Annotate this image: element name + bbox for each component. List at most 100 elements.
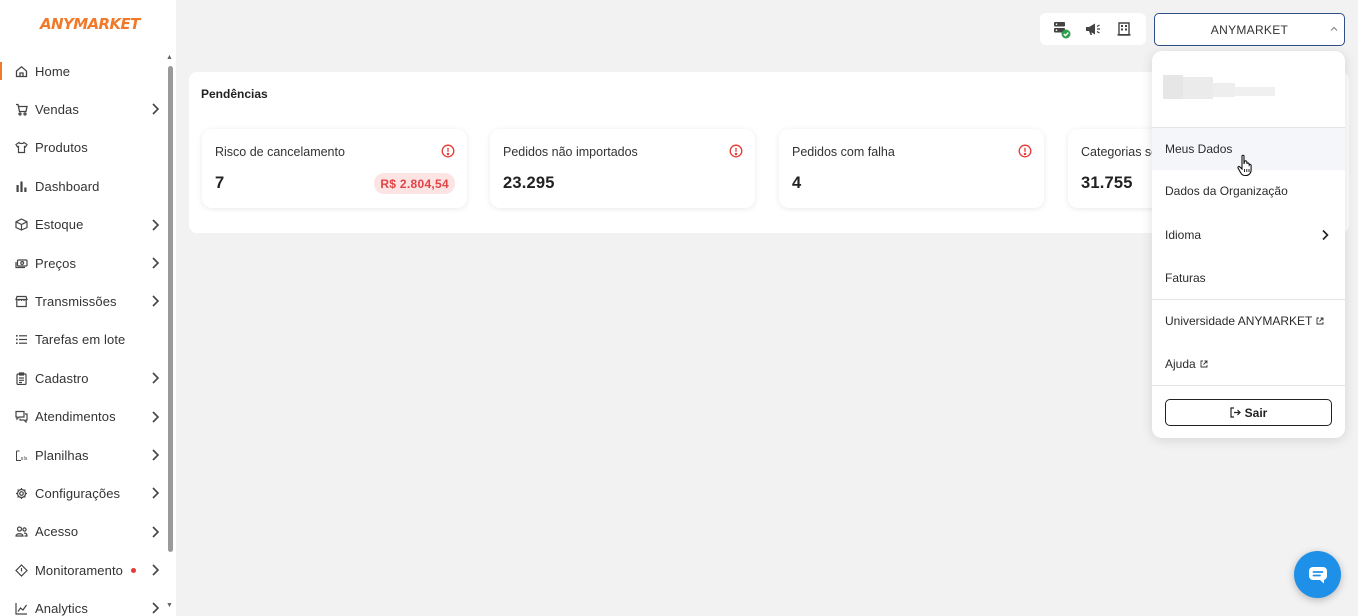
brand-logo[interactable]: ANYMARKET bbox=[40, 15, 140, 33]
top-toolbar bbox=[1040, 13, 1146, 45]
sidebar-item-monitoramento[interactable]: Monitoramento bbox=[0, 551, 166, 589]
megaphone-icon bbox=[1085, 23, 1100, 35]
chevron-up-icon bbox=[1330, 26, 1338, 31]
announcements-button[interactable] bbox=[1082, 18, 1104, 40]
sidebar-item-tarefas-em-lote[interactable]: Tarefas em lote bbox=[0, 321, 166, 359]
chevron-right-icon bbox=[152, 218, 160, 231]
logout-button[interactable]: Sair bbox=[1165, 399, 1332, 426]
hand-pointer-cursor-icon bbox=[1237, 154, 1252, 177]
menu-item-label: Faturas bbox=[1165, 271, 1206, 285]
card-title: Pedidos com falha bbox=[792, 145, 895, 159]
sidebar-item-label: Preços bbox=[35, 255, 77, 271]
sidebar-item-configuracoes[interactable]: Configurações bbox=[0, 474, 166, 512]
sidebar-item-label: Vendas bbox=[35, 102, 79, 118]
menu-item-faturas[interactable]: Faturas bbox=[1152, 257, 1345, 299]
server-status-icon bbox=[1053, 22, 1071, 39]
chevron-right-icon bbox=[152, 564, 160, 576]
sidebar-item-label: Estoque bbox=[35, 217, 84, 233]
chevron-right-icon bbox=[152, 295, 160, 307]
sidebar: ANYMARKET ▲ Home Vendas Produtos Dashboa… bbox=[0, 0, 176, 616]
menu-item-idioma[interactable]: Idioma bbox=[1152, 214, 1345, 256]
menu-item-label: Dados da Organização bbox=[1165, 184, 1288, 198]
sidebar-item-label: Analytics bbox=[35, 601, 88, 616]
clipboard-icon bbox=[15, 372, 28, 385]
money-icon bbox=[15, 257, 28, 270]
panel-title: Pendências bbox=[201, 87, 268, 101]
sidebar-item-transmissoes[interactable]: Transmissões bbox=[0, 282, 166, 320]
server-status-button[interactable] bbox=[1051, 18, 1073, 40]
chat-icon bbox=[15, 410, 28, 424]
chevron-right-icon bbox=[152, 526, 160, 538]
sidebar-item-label: Produtos bbox=[35, 140, 88, 156]
logout-label: Sair bbox=[1244, 405, 1268, 420]
gear-icon bbox=[15, 487, 28, 500]
sidebar-item-acesso[interactable]: Acesso bbox=[0, 513, 166, 551]
card-pedidos-com-falha[interactable]: Pedidos com falha 4 bbox=[779, 129, 1044, 208]
alert-circle-icon[interactable] bbox=[1018, 144, 1032, 158]
menu-item-label: Ajuda bbox=[1165, 357, 1196, 371]
card-value: 7 bbox=[215, 174, 225, 192]
store-icon bbox=[15, 295, 28, 308]
sidebar-item-dashboard[interactable]: Dashboard bbox=[0, 167, 166, 205]
organization-select[interactable]: ANYMARKET bbox=[1154, 13, 1345, 46]
alert-circle-icon[interactable] bbox=[729, 144, 743, 158]
list-icon bbox=[15, 333, 28, 346]
shirt-icon bbox=[15, 141, 28, 154]
sidebar-item-label: Atendimentos bbox=[35, 409, 116, 425]
card-title: Pedidos não importados bbox=[503, 145, 638, 159]
svg-text:xls: xls bbox=[21, 456, 28, 462]
menu-item-ajuda[interactable]: Ajuda bbox=[1152, 343, 1345, 385]
scroll-down-arrow[interactable]: ▼ bbox=[166, 602, 173, 609]
chevron-right-icon bbox=[152, 449, 160, 461]
card-value: 4 bbox=[792, 174, 802, 192]
card-value: 31.755 bbox=[1081, 174, 1133, 192]
scroll-up-arrow[interactable]: ▲ bbox=[166, 54, 173, 61]
sidebar-item-label: Home bbox=[35, 63, 71, 79]
box-icon bbox=[15, 218, 28, 231]
chevron-right-icon bbox=[152, 487, 160, 499]
organization-button[interactable] bbox=[1113, 18, 1135, 40]
sidebar-item-home[interactable]: Home bbox=[0, 52, 166, 90]
sidebar-item-label: Planilhas bbox=[35, 447, 89, 463]
chevron-right-icon bbox=[152, 410, 160, 423]
diamond-icon bbox=[15, 563, 28, 577]
users-icon bbox=[15, 525, 28, 538]
home-icon bbox=[15, 65, 28, 78]
menu-item-label: Meus Dados bbox=[1165, 142, 1233, 156]
card-pedidos-nao-importados[interactable]: Pedidos não importados 23.295 bbox=[490, 129, 755, 208]
chat-bubble-icon bbox=[1308, 566, 1327, 583]
sidebar-item-precos[interactable]: Preços bbox=[0, 244, 166, 282]
amount-badge: R$ 2.804,54 bbox=[374, 173, 455, 194]
alert-circle-icon[interactable] bbox=[441, 144, 455, 158]
chat-support-button[interactable] bbox=[1294, 551, 1341, 598]
sidebar-item-label: Cadastro bbox=[35, 370, 89, 386]
sidebar-item-vendas[interactable]: Vendas bbox=[0, 90, 166, 128]
card-value: 23.295 bbox=[503, 174, 555, 192]
sidebar-item-produtos[interactable]: Produtos bbox=[0, 129, 166, 167]
card-title: Risco de cancelamento bbox=[215, 145, 345, 159]
alert-dot bbox=[131, 567, 137, 573]
sidebar-scrollbar[interactable] bbox=[168, 66, 173, 552]
sidebar-item-label: Configurações bbox=[35, 485, 121, 501]
sidebar-item-label: Dashboard bbox=[35, 178, 100, 194]
sidebar-item-planilhas[interactable]: xls Planilhas bbox=[0, 436, 166, 474]
sidebar-item-atendimentos[interactable]: Atendimentos bbox=[0, 398, 166, 436]
sidebar-item-label: Acesso bbox=[35, 524, 79, 540]
sidebar-item-label: Tarefas em lote bbox=[35, 332, 126, 348]
organization-select-value: ANYMARKET bbox=[1210, 22, 1289, 37]
menu-item-label: Idioma bbox=[1165, 228, 1202, 242]
sidebar-item-label: Monitoramento bbox=[35, 562, 124, 578]
sidebar-nav: Home Vendas Produtos Dashboard Estoque P… bbox=[0, 52, 166, 616]
cart-icon bbox=[15, 103, 28, 116]
chevron-right-icon bbox=[152, 602, 160, 615]
sidebar-item-cadastro[interactable]: Cadastro bbox=[0, 359, 166, 397]
chevron-right-icon bbox=[152, 257, 160, 269]
external-link-icon bbox=[1316, 317, 1324, 325]
card-risco-cancelamento[interactable]: Risco de cancelamento 7 R$ 2.804,54 bbox=[202, 129, 467, 208]
sidebar-item-analytics[interactable]: Analytics bbox=[0, 589, 166, 616]
menu-item-universidade[interactable]: Universidade ANYMARKET bbox=[1152, 300, 1345, 342]
sidebar-item-estoque[interactable]: Estoque bbox=[0, 206, 166, 244]
external-link-icon bbox=[1200, 360, 1208, 368]
bar-chart-icon bbox=[15, 180, 28, 193]
user-menu-dropdown: Meus Dados Dados da Organização Idioma F… bbox=[1152, 51, 1345, 438]
